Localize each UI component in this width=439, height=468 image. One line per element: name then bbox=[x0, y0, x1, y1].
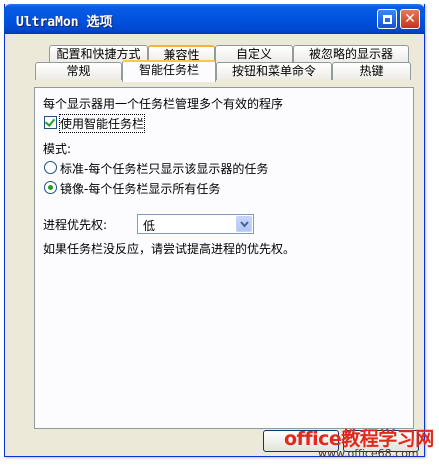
priority-select[interactable]: 低 bbox=[137, 214, 254, 234]
panel-description: 每个显示器用一个任务栏管理多个有效的程序 bbox=[43, 97, 284, 111]
mode-standard-radio[interactable] bbox=[44, 161, 57, 174]
close-icon[interactable]: ✕ bbox=[400, 9, 420, 29]
radio-selected-dot bbox=[48, 185, 53, 190]
priority-value: 低 bbox=[143, 219, 156, 233]
mode-mirror-radio[interactable] bbox=[44, 181, 57, 194]
help-icon[interactable] bbox=[377, 9, 397, 29]
options-dialog: UltraMon 选项 ✕ 配置和快捷方式 兼容性 自定义 被忽略的显示器 常规… bbox=[4, 4, 425, 457]
tab-label: 自定义 bbox=[235, 47, 272, 61]
priority-label: 进程优先权: bbox=[43, 218, 108, 232]
tab-label: 配置和快捷方式 bbox=[56, 47, 141, 61]
tab-label: 热键 bbox=[359, 64, 384, 78]
use-smart-taskbar-checkbox[interactable] bbox=[44, 116, 57, 129]
checkmark-icon bbox=[44, 116, 56, 127]
mode-standard-label[interactable]: 标准-每个任务栏只显示该显示器的任务 bbox=[60, 160, 268, 177]
tab-label: 常规 bbox=[66, 64, 91, 78]
tab-ignored-monitors[interactable]: 被忽略的显示器 bbox=[293, 45, 409, 63]
chevron-down-icon[interactable] bbox=[236, 216, 252, 232]
title-bar[interactable]: UltraMon 选项 ✕ bbox=[4, 4, 425, 34]
priority-hint: 如果任务栏没反应，请尝试提高进程的优先权。 bbox=[43, 242, 296, 256]
watermark-url: www.office68.com bbox=[318, 447, 419, 460]
tab-label: 被忽略的显示器 bbox=[308, 47, 393, 61]
mode-mirror-label[interactable]: 镜像-每个任务栏显示所有任务 bbox=[60, 180, 220, 197]
mode-label: 模式: bbox=[43, 142, 72, 156]
window-title: UltraMon 选项 bbox=[16, 15, 113, 30]
tab-smart-taskbar[interactable]: 智能任务栏 bbox=[122, 60, 216, 82]
use-smart-taskbar-label[interactable]: 使用智能任务栏 bbox=[58, 114, 146, 133]
tab-buttons-menus[interactable]: 按钮和菜单命令 bbox=[216, 62, 332, 80]
tab-customize[interactable]: 自定义 bbox=[215, 45, 293, 63]
tab-hotkeys[interactable]: 热键 bbox=[332, 62, 411, 80]
tab-label: 按钮和菜单命令 bbox=[231, 64, 316, 78]
tab-label: 智能任务栏 bbox=[138, 63, 199, 77]
tab-general[interactable]: 常规 bbox=[35, 62, 122, 80]
smart-taskbar-panel: 每个显示器用一个任务栏管理多个有效的程序 使用智能任务栏 模式: 标准-每个任务… bbox=[34, 87, 414, 429]
